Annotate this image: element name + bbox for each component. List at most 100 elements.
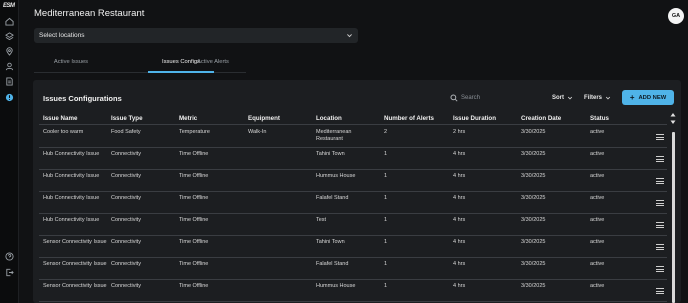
active-tab-indicator <box>148 71 214 73</box>
chevron-down-icon <box>605 96 611 100</box>
cell-number-of-alerts: 1 <box>384 173 388 179</box>
column-header-status[interactable]: Status <box>590 115 609 122</box>
cell-metric: Time Offline <box>179 173 209 179</box>
cell-location: Hummus House <box>316 283 356 289</box>
cell-location: Hummus House <box>316 173 356 179</box>
cell-metric: Time Offline <box>179 195 209 201</box>
scroll-down-icon[interactable] <box>670 120 676 125</box>
cell-issue-type: Connectivity <box>111 173 141 179</box>
cell-issue-type: Food Safety <box>111 129 141 135</box>
cell-creation-date: 3/30/2025 <box>521 283 546 289</box>
app-logo: ESM <box>3 3 15 9</box>
table-row[interactable]: Hub Connectivity Issue Connectivity Time O… <box>39 170 667 192</box>
column-header-issue-type[interactable]: Issue Type <box>111 115 143 122</box>
panel-title: Issues Configurations <box>43 94 122 103</box>
cell-metric: Time Offline <box>179 239 209 245</box>
cell-location: Mediterranean Restaurant <box>316 129 352 143</box>
column-header-issue-duration[interactable]: Issue Duration <box>453 115 496 122</box>
avatar[interactable]: GA <box>668 8 684 24</box>
tab-active-issues[interactable]: Active Issues <box>34 59 108 65</box>
cell-metric: Time Offline <box>179 217 209 223</box>
issues-configurations-panel: Issues Configurations Search Sort Filter… <box>33 80 681 303</box>
row-menu-icon[interactable] <box>656 222 664 228</box>
add-new-button[interactable]: + ADD NEW <box>622 90 674 105</box>
row-menu-icon[interactable] <box>656 244 664 250</box>
cell-metric: Time Offline <box>179 261 209 267</box>
cell-status: active <box>590 239 605 245</box>
cell-creation-date: 3/30/2025 <box>521 195 546 201</box>
cell-issue-name: Sensor Connectivity Issue <box>43 283 107 289</box>
row-menu-icon[interactable] <box>656 134 664 140</box>
table-row[interactable]: Sensor Connectivity Issue Connectivity Tim… <box>39 236 667 258</box>
cell-issue-name: Cooler too warm <box>43 129 84 135</box>
chevron-down-icon <box>347 34 352 38</box>
row-menu-icon[interactable] <box>656 200 664 206</box>
cell-issue-duration: 4 hrs <box>453 239 466 245</box>
table-row[interactable]: Hub Connectivity Issue Connectivity Time O… <box>39 148 667 170</box>
cell-issue-duration: 4 hrs <box>453 195 466 201</box>
table-row[interactable]: Cooler too warm Food Safety Temperature Wal… <box>39 126 667 148</box>
tab-active-alerts[interactable]: Active Alerts <box>191 59 235 65</box>
column-header-creation-date[interactable]: Creation Date <box>521 115 561 122</box>
table-row[interactable]: Hub Connectivity Issue Connectivity Time O… <box>39 214 667 236</box>
table-row[interactable]: Sensor Connectivity Issue Connectivity Tim… <box>39 258 667 280</box>
cell-issue-duration: 2 hrs <box>453 129 466 135</box>
cell-status: active <box>590 261 605 267</box>
column-header-location[interactable]: Location <box>316 115 342 122</box>
scrollbar-thumb[interactable] <box>672 132 675 303</box>
logout-icon[interactable] <box>5 268 14 277</box>
search-icon <box>450 94 458 102</box>
help-icon[interactable] <box>5 252 14 261</box>
row-menu-icon[interactable] <box>656 156 664 162</box>
cell-creation-date: 3/30/2025 <box>521 239 546 245</box>
cell-issue-name: Hub Connectivity Issue <box>43 195 100 201</box>
cell-creation-date: 3/30/2025 <box>521 261 546 267</box>
location-select[interactable]: Select locations <box>34 28 358 43</box>
row-menu-icon[interactable] <box>656 288 664 294</box>
cell-number-of-alerts: 1 <box>384 261 388 267</box>
tab-bar: Active Issues Issues Configs Active Aler… <box>34 55 246 73</box>
user-icon[interactable] <box>5 62 14 71</box>
cell-issue-type: Connectivity <box>111 217 141 223</box>
location-pin-icon[interactable] <box>5 47 14 56</box>
cell-status: active <box>590 283 605 289</box>
cell-number-of-alerts: 1 <box>384 217 388 223</box>
cell-issue-duration: 4 hrs <box>453 151 466 157</box>
cell-equipment: Walk-In <box>248 129 267 135</box>
cell-location: Test <box>316 217 327 223</box>
cell-status: active <box>590 217 605 223</box>
layers-icon[interactable] <box>5 32 14 41</box>
cell-number-of-alerts: 2 <box>384 129 388 135</box>
sort-label: Sort <box>552 95 564 101</box>
document-icon[interactable] <box>5 77 14 86</box>
left-rail: ESM <box>0 0 19 303</box>
cell-number-of-alerts: 1 <box>384 283 388 289</box>
column-header-issue-name[interactable]: Issue Name <box>43 115 77 122</box>
search-input[interactable]: Search <box>450 93 530 103</box>
row-menu-icon[interactable] <box>656 178 664 184</box>
alerts-icon[interactable] <box>5 93 14 102</box>
scroll-up-icon[interactable] <box>670 112 676 117</box>
column-header-number-of-alerts[interactable]: Number of Alerts <box>384 115 434 122</box>
home-icon[interactable] <box>5 17 14 26</box>
cell-issue-name: Hub Connectivity Issue <box>43 151 100 157</box>
filters-button[interactable]: Filters <box>584 93 611 103</box>
table-row[interactable]: Hub Connectivity Issue Connectivity Time O… <box>39 192 667 214</box>
cell-issue-type: Connectivity <box>111 283 141 289</box>
row-menu-icon[interactable] <box>656 266 664 272</box>
cell-status: active <box>590 129 605 135</box>
column-header-equipment[interactable]: Equipment <box>248 115 280 122</box>
column-header-metric[interactable]: Metric <box>179 115 197 122</box>
cell-location: Tahini Town <box>316 239 345 245</box>
cell-issue-name: Hub Connectivity Issue <box>43 173 100 179</box>
cell-location: Falafel Stand <box>316 195 349 201</box>
sort-button[interactable]: Sort <box>552 93 573 103</box>
cell-number-of-alerts: 1 <box>384 195 388 201</box>
cell-creation-date: 3/30/2025 <box>521 151 546 157</box>
cell-location: Falafel Stand <box>316 261 349 267</box>
table-row[interactable]: Sensor Connectivity Issue Connectivity Tim… <box>39 280 667 302</box>
cell-issue-type: Connectivity <box>111 151 141 157</box>
cell-metric: Temperature <box>179 129 210 135</box>
cell-number-of-alerts: 1 <box>384 239 388 245</box>
cell-issue-name: Sensor Connectivity Issue <box>43 239 107 245</box>
